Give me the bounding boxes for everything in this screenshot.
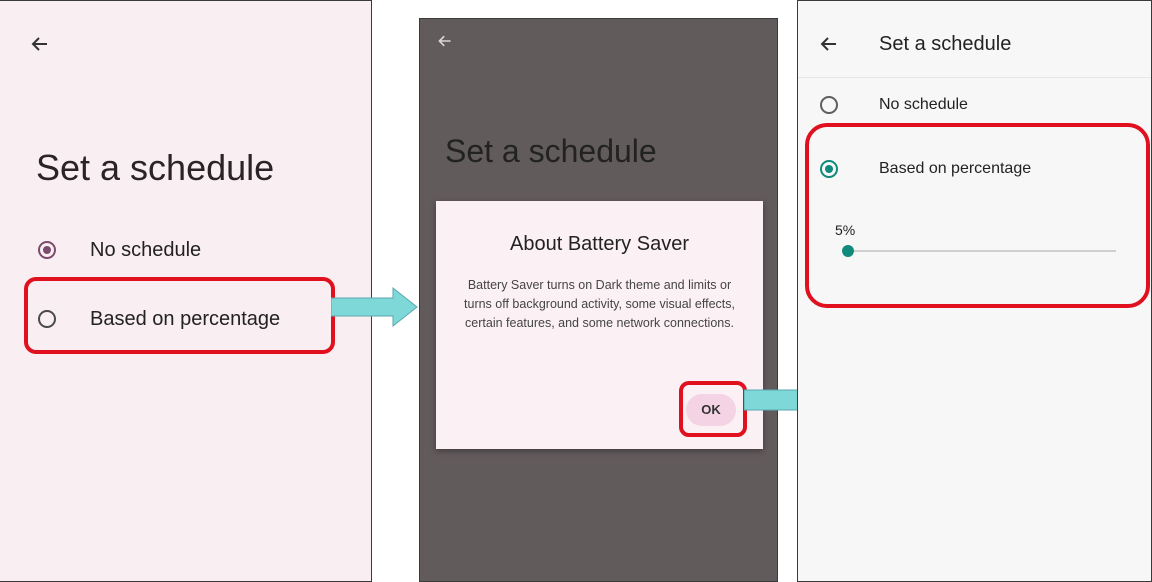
radio-no-schedule[interactable] [820,96,838,114]
back-arrow-icon[interactable] [30,34,50,54]
screen-battery-saver-dialog: Set a schedule About Battery Saver Batte… [419,18,778,582]
flow-arrow-icon [331,287,418,327]
highlight-box-option [24,277,335,354]
highlight-box-ok [679,381,747,437]
dialog-message: Battery Saver turns on Dark theme and li… [464,278,735,330]
highlight-box-percentage [805,123,1150,308]
back-arrow-icon [438,35,451,47]
option-label-no-schedule[interactable]: No schedule [879,96,968,114]
option-label-no-schedule[interactable]: No schedule [90,239,201,262]
back-arrow-icon[interactable] [819,34,839,54]
page-title: Set a schedule [879,33,1012,55]
dialog-title: About Battery Saver [510,233,689,255]
page-title: Set a schedule [36,147,275,188]
radio-no-schedule[interactable] [38,241,56,259]
page-title-dimmed: Set a schedule [445,133,657,169]
